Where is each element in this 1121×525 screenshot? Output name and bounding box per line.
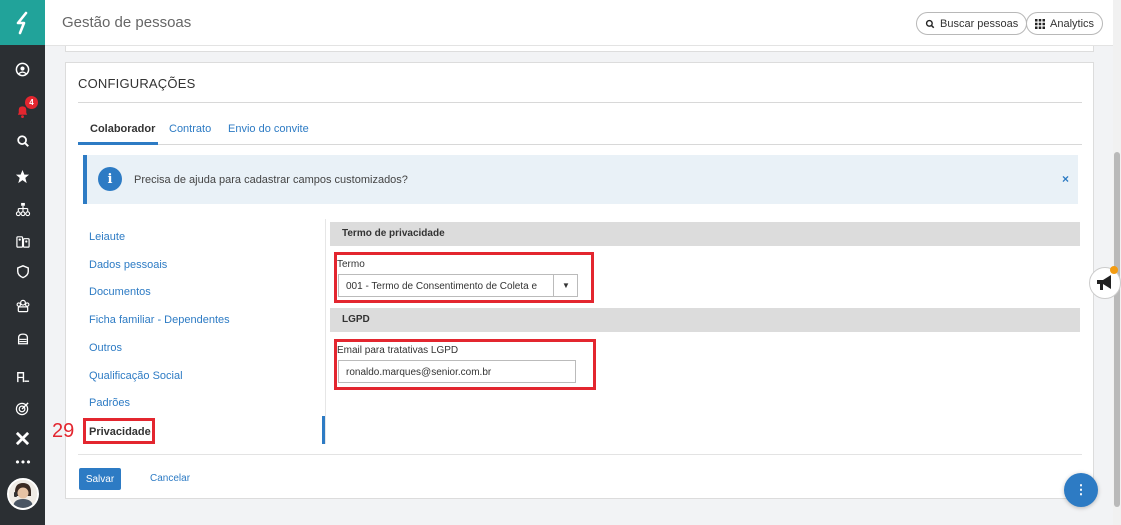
active-tab-indicator <box>78 142 158 145</box>
close-x-icon[interactable] <box>0 425 45 451</box>
page-title: CONFIGURAÇÕES <box>78 76 196 91</box>
side-item-outros[interactable]: Outros <box>89 342 122 354</box>
notification-dot <box>1110 266 1118 274</box>
person-add-icon[interactable] <box>0 363 45 389</box>
people-icon[interactable] <box>0 228 45 254</box>
scrollbar-thumb[interactable] <box>1114 152 1120 507</box>
analytics-button[interactable]: Analytics <box>1026 12 1104 35</box>
save-button[interactable]: Salvar <box>79 468 121 490</box>
app-title: Gestão de pessoas <box>62 14 192 31</box>
settings-card: CONFIGURAÇÕES Colaborador Contrato Envio… <box>52 62 1094 499</box>
star-icon[interactable] <box>0 163 45 189</box>
avatar[interactable] <box>7 478 39 510</box>
side-item-leiaute[interactable]: Leiaute <box>89 231 125 243</box>
megaphone-icon <box>1097 275 1111 290</box>
section-header-lgpd: LGPD <box>330 308 1080 332</box>
side-item-dados-pessoais[interactable]: Dados pessoais <box>89 259 167 271</box>
search-icon <box>925 19 935 28</box>
logo-icon <box>16 11 27 34</box>
footer-divider <box>78 454 1082 455</box>
backpack-icon[interactable] <box>0 325 45 351</box>
annotation-number: 29 <box>52 420 75 442</box>
section-header-privacy: Termo de privacidade <box>330 222 1080 246</box>
search-people-button[interactable]: Buscar pessoas <box>916 12 1028 35</box>
side-item-qualificacao-social[interactable]: Qualificação Social <box>89 370 183 382</box>
search-people-label: Buscar pessoas <box>940 17 1019 30</box>
shield-icon[interactable] <box>0 258 45 284</box>
previous-card <box>65 46 1094 52</box>
analytics-label: Analytics <box>1050 17 1095 30</box>
org-chart-icon[interactable] <box>0 196 45 222</box>
group-icon[interactable] <box>0 292 45 318</box>
highlight-box-email <box>334 339 596 390</box>
info-text: Precisa de ajuda para cadastrar campos c… <box>134 174 408 186</box>
side-item-ficha-familiar[interactable]: Ficha familiar - Dependentes <box>89 314 230 326</box>
search-icon[interactable] <box>0 128 45 154</box>
tab-bar: Colaborador Contrato Envio do convite <box>78 119 1082 145</box>
left-sidebar: 4 ••• <box>0 0 45 525</box>
notification-badge: 4 <box>25 96 38 109</box>
highlight-box-term <box>334 252 594 303</box>
grid-icon <box>1035 18 1045 29</box>
divider <box>78 102 1082 103</box>
active-menu-marker <box>322 416 325 444</box>
bell-icon[interactable] <box>0 98 45 124</box>
info-icon: i <box>98 167 122 191</box>
close-icon[interactable]: × <box>1062 172 1069 186</box>
floating-action-button[interactable]: ⋮ <box>1064 473 1098 507</box>
menu-separator <box>325 219 326 444</box>
side-item-padroes[interactable]: Padrões <box>89 397 130 409</box>
cancel-button[interactable]: Cancelar <box>150 473 190 484</box>
target-icon[interactable] <box>0 395 45 421</box>
tab-colaborador[interactable]: Colaborador <box>90 123 155 135</box>
info-banner: i Precisa de ajuda para cadastrar campos… <box>83 155 1078 204</box>
tab-contrato[interactable]: Contrato <box>169 123 211 135</box>
user-circle-icon[interactable] <box>0 56 45 82</box>
top-header: Gestão de pessoas Buscar pessoas Analyti… <box>45 0 1113 46</box>
senior-logo[interactable] <box>0 0 45 45</box>
more-icon[interactable]: ••• <box>0 449 45 475</box>
highlight-box-privacidade <box>83 418 155 444</box>
tab-envio-convite[interactable]: Envio do convite <box>228 123 309 135</box>
side-item-documentos[interactable]: Documentos <box>89 286 151 298</box>
